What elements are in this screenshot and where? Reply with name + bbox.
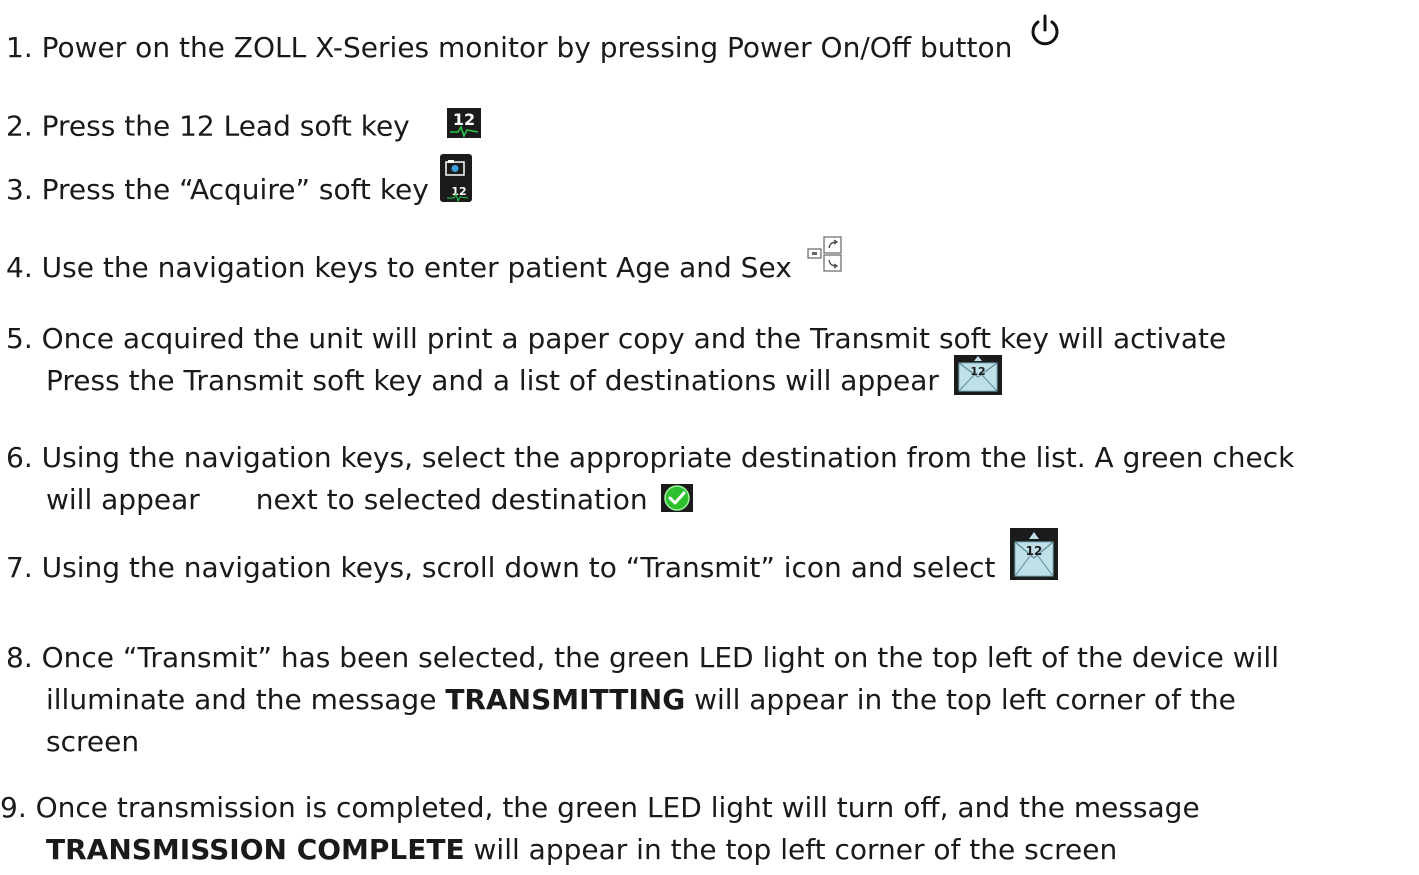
step-number: 9. bbox=[0, 791, 27, 824]
transmitting-message: TRANSMITTING bbox=[445, 683, 686, 716]
step-text: Power on the ZOLL X-Series monitor by pr… bbox=[41, 31, 1013, 64]
step-5-continued: Press the Transmit soft key and a list o… bbox=[46, 355, 1002, 404]
step-9-continued: TRANSMISSION COMPLETE will appear in the… bbox=[46, 832, 1117, 868]
step-text: Press the 12 Lead soft key bbox=[41, 109, 410, 143]
step-text-3: screen bbox=[46, 725, 140, 758]
step-text: Using the navigation keys, select the ap… bbox=[41, 441, 1295, 474]
step-8-continued-2: screen bbox=[46, 724, 139, 760]
step-text: Once transmission is completed, the gree… bbox=[35, 791, 1200, 824]
step-text: Use the navigation keys to enter patient… bbox=[41, 251, 792, 284]
green-check-icon bbox=[660, 484, 693, 521]
12-lead-icon: 12 bbox=[446, 108, 481, 147]
step-1: 1. Power on the ZOLL X-Series monitor by… bbox=[6, 14, 1061, 66]
step-number: 4. bbox=[6, 251, 33, 284]
step-3: 3. Press the “Acquire” soft key 12 bbox=[6, 154, 472, 211]
navigation-keys-icon bbox=[807, 236, 843, 281]
step-8-continued: illuminate and the message TRANSMITTING … bbox=[46, 682, 1236, 718]
step-text-2b: will appear in the top left corner of th… bbox=[473, 833, 1118, 866]
step-text-2b: next to selected destination bbox=[255, 483, 648, 516]
step-8: 8. Once “Transmit” has been selected, th… bbox=[6, 640, 1279, 676]
step-number: 5. bbox=[6, 322, 33, 355]
step-5: 5. Once acquired the unit will print a p… bbox=[6, 321, 1226, 357]
svg-text:12: 12 bbox=[970, 365, 985, 378]
step-number: 8. bbox=[6, 641, 33, 674]
transmission-complete-message: TRANSMISSION COMPLETE bbox=[46, 833, 465, 866]
svg-text:12: 12 bbox=[1026, 544, 1043, 558]
step-text: Once acquired the unit will print a pape… bbox=[41, 322, 1227, 355]
svg-text:12: 12 bbox=[453, 110, 475, 129]
step-text-2b: will appear in the top left corner of th… bbox=[694, 683, 1236, 716]
step-7: 7. Using the navigation keys, scroll dow… bbox=[6, 528, 1059, 589]
step-number: 3. bbox=[6, 173, 33, 206]
step-6-continued: will appear next to selected destination bbox=[46, 482, 693, 521]
svg-text:12: 12 bbox=[451, 185, 466, 198]
step-number: 7. bbox=[6, 551, 33, 584]
step-number: 1. bbox=[6, 31, 33, 64]
step-text: Press the “Acquire” soft key bbox=[41, 173, 429, 206]
step-9: 9. Once transmission is completed, the g… bbox=[0, 790, 1200, 826]
step-text: Using the navigation keys, scroll down t… bbox=[41, 551, 996, 584]
step-4: 4. Use the navigation keys to enter pati… bbox=[6, 236, 843, 286]
step-text: Once “Transmit” has been selected, the g… bbox=[41, 641, 1279, 674]
step-number: 6. bbox=[6, 441, 33, 474]
transmit-envelope-icon: 12 bbox=[1010, 528, 1059, 589]
step-text-2: Press the Transmit soft key and a list o… bbox=[46, 364, 939, 397]
power-icon bbox=[1029, 14, 1061, 57]
step-6: 6. Using the navigation keys, select the… bbox=[6, 440, 1294, 476]
acquire-camera-icon: 12 bbox=[439, 154, 472, 211]
transmit-envelope-icon: 12 bbox=[953, 355, 1002, 404]
step-number: 2. bbox=[6, 109, 33, 143]
step-text-2a: illuminate and the message bbox=[46, 683, 437, 716]
step-text-2a: will appear bbox=[46, 483, 200, 516]
step-2: 2. Press the 12 Lead soft key 12 bbox=[6, 108, 481, 147]
